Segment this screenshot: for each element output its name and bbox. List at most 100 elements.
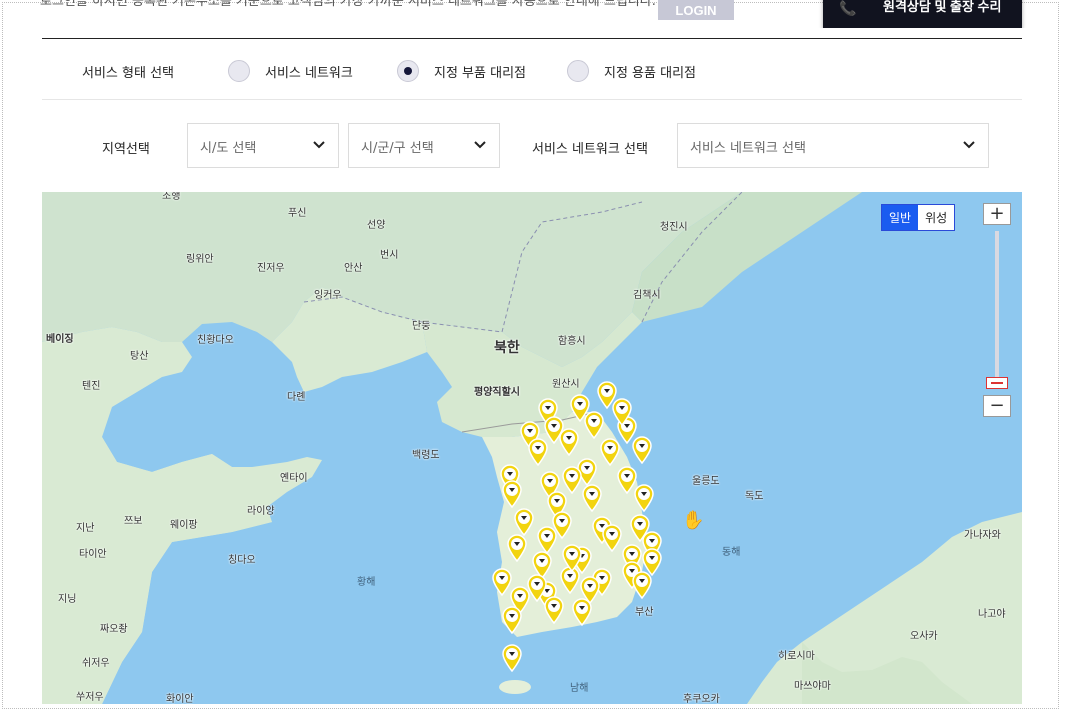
- place-label: 백령도: [412, 450, 440, 461]
- place-label: 부산: [635, 607, 654, 618]
- dealer-marker-pin[interactable]: [561, 544, 583, 572]
- place-label: 김책시: [633, 290, 661, 301]
- dealer-marker-pin[interactable]: [527, 438, 549, 466]
- place-label: 진저우: [257, 263, 285, 274]
- place-label: 라이양: [247, 506, 275, 517]
- dealer-marker-pin[interactable]: [513, 508, 535, 536]
- place-label: 쑤저우: [76, 692, 104, 703]
- dealer-marker-pin[interactable]: [641, 548, 663, 576]
- map-type-toggle: 일반 위성: [881, 204, 956, 231]
- radio-circle[interactable]: [567, 60, 589, 82]
- network-select-label: 서비스 네트워크 선택: [532, 142, 648, 157]
- sea-label: 황해: [357, 577, 376, 588]
- province-select-value: 시/도 선택: [200, 141, 257, 156]
- place-label: 원산시: [552, 379, 580, 390]
- radio-circle[interactable]: [228, 60, 250, 82]
- radio-circle-checked[interactable]: [397, 60, 419, 82]
- place-label: 조행: [162, 192, 181, 202]
- district-select-value: 시/군/구 선택: [361, 141, 434, 156]
- place-label: 나고야: [978, 609, 1006, 620]
- place-label: 히로시마: [778, 651, 815, 662]
- dealer-marker-pin[interactable]: [561, 466, 583, 494]
- place-label: 짜오좡: [100, 624, 128, 635]
- place-label: 링위안: [186, 254, 214, 265]
- chevron-down-icon: [474, 141, 486, 149]
- dealer-marker-pin[interactable]: [536, 526, 558, 554]
- place-label: 칭다오: [228, 555, 256, 566]
- dealer-marker-pin[interactable]: [631, 436, 653, 464]
- map-view[interactable]: 조행 푸신 선양 링위안 진저우 안산 번시 잉커우 단둥 베이징 탕산 친황다…: [42, 192, 1022, 704]
- district-select[interactable]: 시/군/구 선택: [348, 123, 500, 168]
- dealer-marker-pin[interactable]: [581, 484, 603, 512]
- place-label: 친황다오: [197, 335, 234, 346]
- place-label: 청진시: [660, 222, 688, 233]
- radio-label: 지정 용품 대리점: [604, 65, 696, 81]
- map-type-normal-button[interactable]: 일반: [882, 205, 919, 230]
- radio-label: 서비스 네트워크: [265, 65, 353, 81]
- map-type-satellite-button[interactable]: 위성: [918, 205, 954, 230]
- radio-parts-dealer[interactable]: 지정 부품 대리점: [397, 60, 526, 82]
- remote-service-button[interactable]: 📞 원격상담 및 출장 수리: [823, 0, 1022, 28]
- network-select[interactable]: 서비스 네트워크 선택: [677, 123, 989, 168]
- place-label: 평양직할시: [474, 387, 520, 398]
- network-select-value: 서비스 네트워크 선택: [690, 141, 806, 156]
- zoom-control: + −: [983, 203, 1011, 417]
- dealer-marker-pin[interactable]: [583, 411, 605, 439]
- place-label: 타이안: [79, 549, 107, 560]
- sea-label: 남해: [570, 683, 589, 694]
- dealer-marker-pin[interactable]: [599, 438, 621, 466]
- radio-service-network[interactable]: 서비스 네트워크: [228, 60, 353, 82]
- phone-icon: 📞: [839, 0, 857, 16]
- place-label: 후쿠오카: [683, 694, 720, 704]
- dealer-marker-pin[interactable]: [611, 398, 633, 426]
- zoom-in-button[interactable]: +: [983, 203, 1011, 225]
- dealer-marker-pin[interactable]: [526, 574, 548, 602]
- place-label: 푸신: [288, 208, 307, 219]
- service-type-label: 서비스 형태 선택: [82, 66, 174, 81]
- zoom-out-button[interactable]: −: [983, 395, 1011, 417]
- place-label: 안산: [344, 263, 363, 274]
- divider-mid: [42, 99, 1022, 100]
- dealer-marker-pin[interactable]: [501, 480, 523, 508]
- place-label: 번시: [380, 250, 399, 261]
- place-label: 지닝: [58, 594, 77, 605]
- login-notice: 로그인을 하시면 등록된 기본주소를 기준으로 고객님의 가장 가까운 서비스 …: [40, 0, 656, 9]
- radio-accessory-dealer[interactable]: 지정 용품 대리점: [567, 60, 696, 82]
- dealer-marker-pin[interactable]: [506, 534, 528, 562]
- place-label: 단둥: [412, 321, 431, 332]
- place-label: 텐진: [82, 381, 101, 392]
- dealer-marker-pin[interactable]: [601, 524, 623, 552]
- login-button[interactable]: LOGIN: [658, 0, 734, 20]
- place-label: 쯔보: [124, 516, 143, 527]
- place-label: 잉커우: [314, 290, 342, 301]
- chevron-down-icon: [313, 141, 325, 149]
- remote-service-label: 원격상담 및 출장 수리: [883, 0, 1002, 14]
- place-label: 독도: [745, 491, 764, 502]
- place-label: 선양: [367, 220, 386, 231]
- place-label-north-korea: 북한: [494, 340, 520, 356]
- place-label: 옌타이: [280, 473, 308, 484]
- dealer-marker-pin[interactable]: [501, 644, 523, 672]
- place-label: 지난: [76, 523, 95, 534]
- dealer-marker-pin[interactable]: [501, 606, 523, 634]
- dealer-marker-pin[interactable]: [558, 428, 580, 456]
- zoom-track[interactable]: [995, 231, 999, 381]
- chevron-down-icon: [963, 141, 975, 149]
- place-label: 함흥시: [558, 336, 586, 347]
- hand-cursor-icon: ✋: [682, 510, 705, 531]
- place-label: 쉬저우: [82, 658, 110, 669]
- radio-label: 지정 부품 대리점: [434, 65, 526, 81]
- place-label: 울릉도: [692, 476, 720, 487]
- sea-label: 동해: [722, 547, 741, 558]
- place-label: 마쓰야마: [794, 681, 831, 692]
- region-label: 지역선택: [102, 142, 150, 157]
- province-select[interactable]: 시/도 선택: [187, 123, 339, 168]
- zoom-slider-handle[interactable]: [986, 377, 1008, 389]
- place-label: 오사카: [910, 631, 938, 642]
- divider-top: [42, 38, 1022, 39]
- place-label: 베이징: [46, 334, 74, 345]
- place-label: 가나자와: [964, 530, 1001, 541]
- top-bar: 로그인을 하시면 등록된 기본주소를 기준으로 고객님의 가장 가까운 서비스 …: [0, 0, 1065, 28]
- dealer-marker-pin[interactable]: [633, 484, 655, 512]
- dealer-marker-pin[interactable]: [579, 576, 601, 604]
